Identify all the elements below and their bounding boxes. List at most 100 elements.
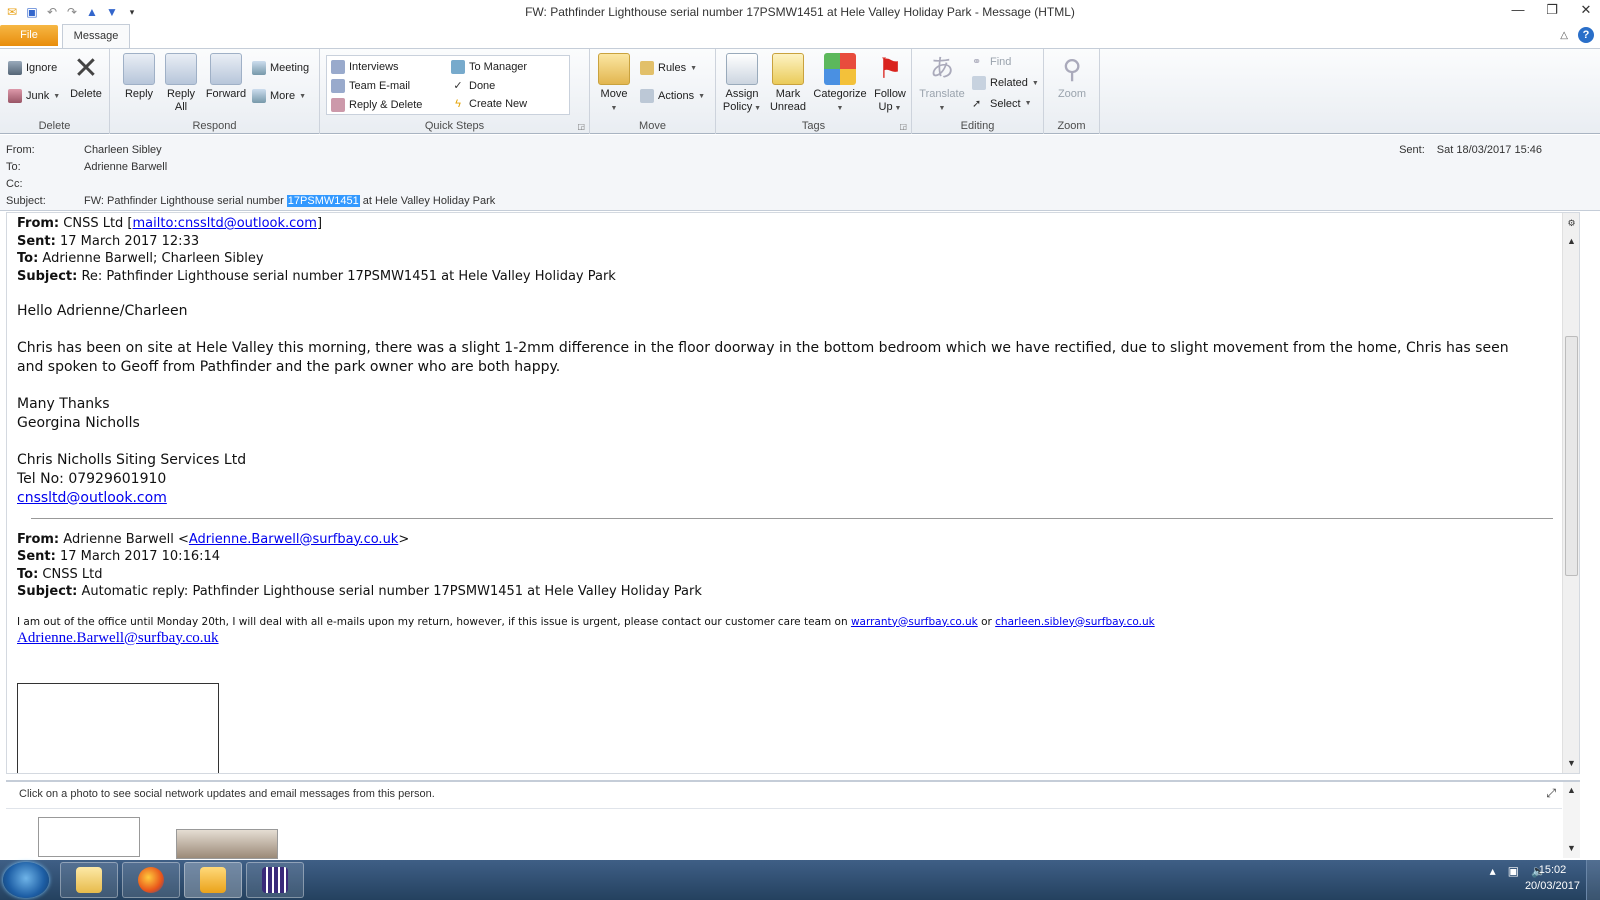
quickstep-create-new[interactable]: ϟ Create New xyxy=(451,98,527,110)
categorize-button[interactable]: Categorize ▼ xyxy=(812,53,868,115)
quick-steps-launcher-icon[interactable]: ◲ xyxy=(577,122,585,131)
cursor-icon: ➚ xyxy=(972,98,982,110)
save-icon[interactable]: ▣ xyxy=(24,4,40,20)
ignore-button[interactable]: Ignore xyxy=(8,61,57,75)
delete-group: Ignore Junk ▼ ✕ Delete Delete xyxy=(0,49,110,134)
quickstep-to-manager[interactable]: To Manager xyxy=(451,60,527,74)
junk-button[interactable]: Junk ▼ xyxy=(8,89,60,103)
people-pane-scrollbar[interactable]: ▲ ▼ xyxy=(1563,782,1580,858)
expand-pane-icon[interactable]: ⤢ xyxy=(1546,786,1556,801)
editing-group-label: Editing xyxy=(960,120,995,132)
undo-icon[interactable]: ↶ xyxy=(44,4,60,20)
m2-from-link[interactable]: Adrienne.Barwell@surfbay.co.uk xyxy=(189,532,398,547)
next-item-icon[interactable]: ▼ xyxy=(104,4,120,20)
signer-name: Georgina Nicholls xyxy=(17,414,140,431)
close-icon[interactable]: ✕ xyxy=(1578,2,1594,18)
image-placeholder xyxy=(17,683,219,773)
reply-all-button[interactable]: Reply All xyxy=(160,53,202,114)
editing-group: あ Translate ▼ ⚭ Find Related ▼ ➚ Select ▼ E… xyxy=(912,49,1044,134)
reply-button[interactable]: Reply xyxy=(118,53,160,101)
checkmark-icon: ✓ xyxy=(453,80,463,92)
m2-to-line: To: CNSS Ltd xyxy=(17,566,103,582)
translate-button[interactable]: あ Translate ▼ xyxy=(916,53,968,115)
tags-launcher-icon[interactable]: ◲ xyxy=(899,122,907,131)
scroll-thumb[interactable] xyxy=(1565,336,1578,576)
signature-email-link[interactable]: cnssltd@outlook.com xyxy=(17,490,167,506)
scroll-up-icon[interactable]: ▲ xyxy=(1565,235,1578,248)
find-button[interactable]: ⚭ Find xyxy=(972,55,1011,69)
subject-selection: 17PSMW1451 xyxy=(286,195,360,207)
calendar-grid-icon xyxy=(262,867,288,893)
show-hidden-icons-icon[interactable]: ▴ xyxy=(1490,864,1496,878)
closing-thanks: Many Thanks xyxy=(17,395,110,412)
outlook-envelope-icon: ✉ xyxy=(6,5,18,19)
m2-sent-line: Sent: 17 March 2017 10:16:14 xyxy=(17,549,221,564)
taskbar-app[interactable] xyxy=(246,862,304,898)
start-button[interactable] xyxy=(3,862,49,898)
contact-photo[interactable] xyxy=(176,829,278,859)
previous-item-icon[interactable]: ▲ xyxy=(84,4,100,20)
show-desktop-button[interactable] xyxy=(1586,860,1600,900)
customize-qat-icon[interactable]: ▾ xyxy=(124,4,140,20)
tab-message[interactable]: Message xyxy=(62,24,130,48)
scroll-options-icon[interactable]: ⚙ xyxy=(1565,217,1578,230)
sent-info: Sent: Sat 18/03/2017 15:46 xyxy=(1399,144,1542,156)
pane-scroll-up-icon[interactable]: ▲ xyxy=(1565,784,1578,797)
warranty-link[interactable]: warranty@surfbay.co.uk xyxy=(851,616,978,628)
m1-mailto-link[interactable]: mailto:cnssltd@outlook.com xyxy=(133,216,317,231)
quickstep-reply-delete[interactable]: Reply & Delete xyxy=(331,98,422,112)
mark-unread-button[interactable]: Mark Unread xyxy=(766,53,810,114)
help-icon[interactable]: ? xyxy=(1578,27,1594,43)
window-title: FW: Pathfinder Lighthouse serial number … xyxy=(525,5,1075,19)
quickstep-team-email[interactable]: Team E-mail xyxy=(331,79,410,93)
taskbar-outlook[interactable] xyxy=(184,862,242,898)
pane-scroll-down-icon[interactable]: ▼ xyxy=(1565,842,1578,855)
follow-up-button[interactable]: ⚑ Follow Up ▼ xyxy=(870,53,910,115)
body-scrollbar[interactable]: ⚙ ▲ ▼ xyxy=(1562,213,1579,773)
from-value[interactable]: Charleen Sibley xyxy=(84,144,162,156)
more-button[interactable]: More ▼ xyxy=(252,89,306,103)
message-separator xyxy=(31,517,1553,519)
ribbon-tabs: File Message △ ? xyxy=(0,24,1600,48)
network-icon[interactable]: ▣ xyxy=(1508,864,1519,878)
sent-label: Sent: xyxy=(1399,144,1425,156)
select-button[interactable]: ➚ Select ▼ xyxy=(972,97,1032,111)
company-name: Chris Nicholls Siting Services Ltd xyxy=(17,451,247,468)
redo-icon[interactable]: ↷ xyxy=(64,4,80,20)
telephone: Tel No: 07929601910 xyxy=(17,470,167,487)
delete-x-icon: ✕ xyxy=(73,52,99,85)
move-button[interactable]: Move ▼ xyxy=(596,53,632,115)
rules-button[interactable]: Rules ▼ xyxy=(640,61,697,75)
restore-icon[interactable]: ❐ xyxy=(1544,2,1560,18)
move-folder-icon xyxy=(598,53,630,85)
auto-signature-link[interactable]: Adrienne.Barwell@surfbay.co.uk xyxy=(17,630,219,646)
meeting-button[interactable]: Meeting xyxy=(252,61,309,75)
quickstep-interviews[interactable]: Interviews xyxy=(331,60,399,74)
zoom-group: ⚲ Zoom Zoom xyxy=(1044,49,1100,134)
taskbar-firefox[interactable] xyxy=(122,862,180,898)
minimize-ribbon-icon[interactable]: △ xyxy=(1560,30,1568,41)
charleen-link[interactable]: charleen.sibley@surfbay.co.uk xyxy=(995,616,1155,628)
cc-label: Cc: xyxy=(6,178,23,190)
to-value[interactable]: Adrienne Barwell xyxy=(84,161,167,173)
zoom-button[interactable]: ⚲ Zoom xyxy=(1050,53,1094,101)
minimize-icon[interactable]: — xyxy=(1510,2,1526,18)
delete-button[interactable]: ✕ Delete xyxy=(66,53,106,101)
contact-photo-placeholder[interactable] xyxy=(38,817,140,857)
quickstep-done[interactable]: ✓ Done xyxy=(451,79,495,93)
related-button[interactable]: Related ▼ xyxy=(972,76,1039,90)
actions-button[interactable]: Actions ▼ xyxy=(640,89,705,103)
taskbar: ▴ ▣ 🔈 15:02 20/03/2017 xyxy=(0,860,1600,900)
forward-button[interactable]: Forward xyxy=(202,53,250,101)
categorize-icon xyxy=(824,53,856,85)
message-body[interactable]: From: CNSS Ltd [mailto:cnssltd@outlook.c… xyxy=(6,212,1580,774)
taskbar-explorer[interactable] xyxy=(60,862,118,898)
tab-file[interactable]: File xyxy=(0,25,58,46)
scroll-down-icon[interactable]: ▼ xyxy=(1565,757,1578,770)
m2-subject-line: Subject: Automatic reply: Pathfinder Lig… xyxy=(17,584,702,599)
subject-text-end: at Hele Valley Holiday Park xyxy=(359,195,496,207)
clock[interactable]: 15:02 20/03/2017 xyxy=(1525,862,1580,894)
assign-policy-button[interactable]: Assign Policy ▼ xyxy=(720,53,764,115)
respond-group: Reply Reply All Forward Meeting More ▼ Re… xyxy=(110,49,320,134)
subject-value: FW: Pathfinder Lighthouse serial number … xyxy=(84,195,495,207)
